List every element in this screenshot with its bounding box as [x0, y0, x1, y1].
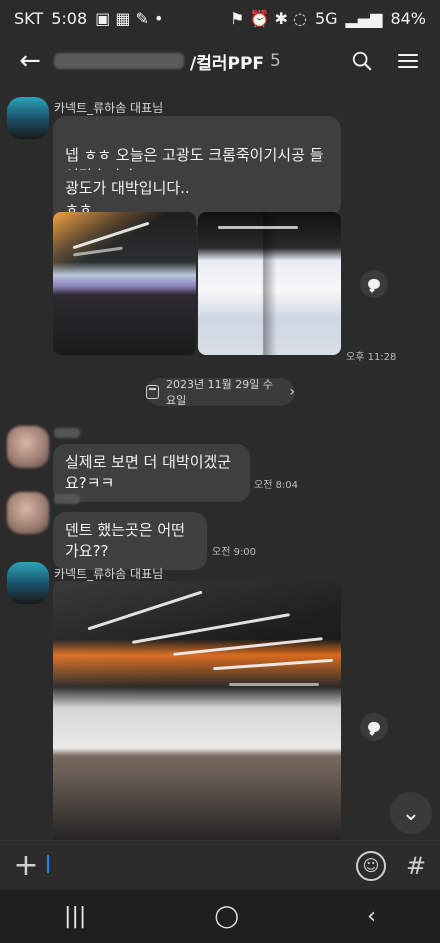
- message-input[interactable]: [50, 847, 356, 884]
- system-icons: ⚑ ⏰ ✱ ◌: [230, 8, 307, 28]
- avatar[interactable]: [7, 562, 49, 604]
- network-label: 5G: [314, 8, 338, 28]
- search-icon[interactable]: [348, 47, 376, 75]
- recent-apps-icon[interactable]: |||: [64, 904, 86, 929]
- photo-attachment[interactable]: [53, 581, 341, 840]
- photo-attachment[interactable]: [198, 212, 341, 355]
- sender-name: 카넥트_류하솜 대표님: [54, 101, 164, 115]
- sender-name: [54, 428, 80, 438]
- photo-attachment[interactable]: [53, 212, 196, 355]
- share-icon: [368, 722, 380, 732]
- blurred-title-prefix: [54, 53, 184, 69]
- sender-name: 카넥트_류하솜 대표님: [54, 567, 164, 581]
- back-arrow-icon[interactable]: ←: [12, 43, 48, 79]
- chevron-down-icon: ⌄: [401, 800, 421, 826]
- appbar-actions: [348, 47, 422, 75]
- chat-title[interactable]: /컬러PPF 5: [54, 49, 348, 74]
- message-time: 오전 9:00: [212, 547, 257, 558]
- date-divider[interactable]: 2023년 11월 29일 수요일 ›: [146, 378, 295, 407]
- share-icon: [368, 279, 380, 289]
- back-icon[interactable]: ‹: [367, 904, 376, 929]
- signal-icon: ▂▄▆: [345, 8, 383, 28]
- menu-icon[interactable]: [394, 47, 422, 75]
- chat-room-title: /컬러PPF: [190, 53, 265, 74]
- avatar[interactable]: [7, 97, 49, 139]
- message-time: 오전 8:04: [254, 480, 299, 491]
- battery-label: 84%: [390, 8, 426, 28]
- avatar[interactable]: [7, 426, 49, 468]
- notification-icons: ▣ ▦ ✎ •: [95, 8, 164, 28]
- scroll-to-bottom-button[interactable]: ⌄: [390, 792, 432, 834]
- share-button[interactable]: [360, 270, 388, 298]
- share-button[interactable]: [360, 713, 388, 741]
- status-right: ⚑ ⏰ ✱ ◌ 5G ▂▄▆ 84%: [230, 9, 426, 28]
- text-cursor: [47, 855, 49, 873]
- sender-name: [54, 494, 80, 504]
- chevron-right-icon: ›: [289, 384, 295, 400]
- status-bar: SKT 5:08 ▣ ▦ ✎ • ⚑ ⏰ ✱ ◌ 5G ▂▄▆ 84%: [0, 0, 440, 36]
- home-icon[interactable]: ◯: [214, 904, 239, 929]
- date-divider-text: 2023년 11월 29일 수요일: [165, 378, 273, 407]
- message-text: 덴트 했는곳은 어떤가요??: [65, 521, 185, 560]
- plus-icon[interactable]: +: [12, 848, 40, 883]
- app-bar: ← /컬러PPF 5: [0, 36, 440, 86]
- message-time: 오후 11:28: [346, 352, 397, 363]
- member-count: 5: [270, 51, 281, 71]
- message-bubble[interactable]: 덴트 했는곳은 어떤가요??: [53, 512, 207, 570]
- avatar[interactable]: [7, 492, 49, 534]
- message-text: 실제로 보면 더 대박이겠군요?ㅋㅋ: [65, 453, 232, 492]
- status-time: 5:08: [51, 8, 88, 28]
- emoji-icon[interactable]: ☺: [356, 850, 386, 881]
- carrier-label: SKT: [14, 8, 44, 28]
- message-composer: + ☺ #: [0, 840, 440, 890]
- chat-scroll-area[interactable]: 카넥트_류하솜 대표님 넵 ㅎㅎ 오늘은 고광도 크롬죽이기시공 들어갔습니다 …: [0, 86, 440, 840]
- status-left: SKT 5:08 ▣ ▦ ✎ •: [14, 9, 163, 28]
- message-bubble[interactable]: 실제로 보면 더 대박이겠군요?ㅋㅋ: [53, 444, 250, 502]
- system-navigation-bar: ||| ◯ ‹: [0, 890, 440, 943]
- calendar-icon: [146, 385, 159, 399]
- hashtag-icon[interactable]: #: [404, 851, 428, 881]
